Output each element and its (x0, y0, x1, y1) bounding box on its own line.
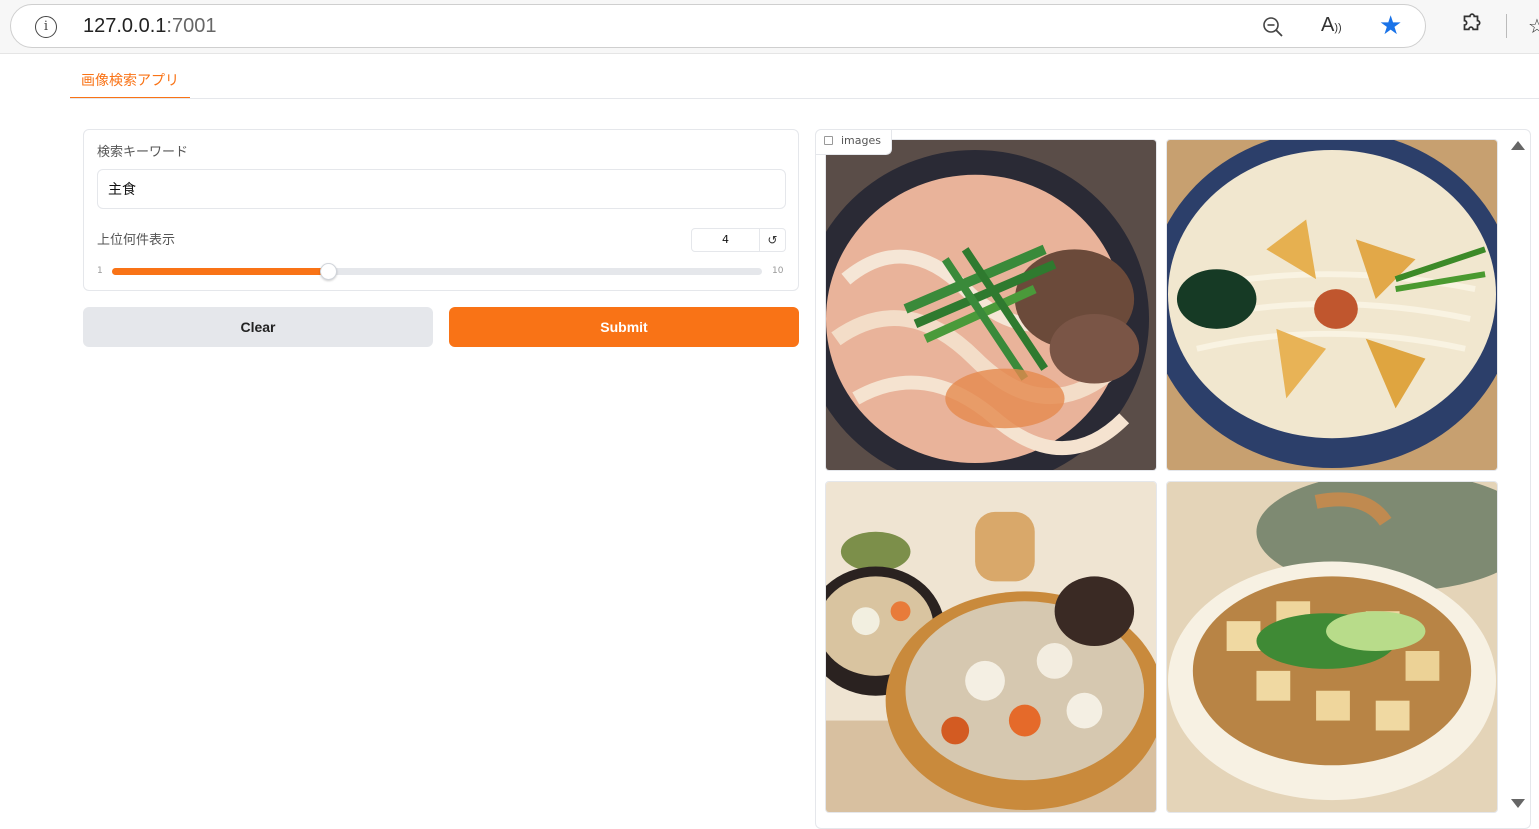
url-host: 127.0.0.1 (83, 15, 167, 37)
gallery-label: images (816, 130, 892, 155)
gallery-image-3[interactable] (825, 481, 1157, 813)
search-panel: 検索キーワード 上位何件表示 4 ↺ 1 10 (83, 129, 799, 291)
address-bar[interactable]: i 127.0.0.1:7001 A)) ★ (10, 4, 1426, 48)
udon-hotpot-image (826, 140, 1156, 470)
topk-label: 上位何件表示 (97, 233, 176, 248)
image-gallery: images (815, 129, 1531, 829)
gallery-label-text: images (841, 134, 881, 147)
keyword-input[interactable] (97, 169, 786, 209)
info-icon[interactable]: i (35, 16, 57, 38)
gallery-image-4[interactable] (1166, 481, 1498, 813)
reset-button[interactable]: ↺ (760, 228, 786, 252)
favorites-icon[interactable]: ☆ (1528, 14, 1539, 38)
tab-image-search[interactable]: 画像検索アプリ (70, 70, 190, 99)
keyword-label: 検索キーワード (97, 145, 189, 160)
url-port: :7001 (166, 15, 217, 37)
scroll-up-arrow-icon[interactable] (1511, 141, 1525, 150)
slider-min-label: 1 (97, 266, 103, 276)
scroll-down-arrow-icon[interactable] (1511, 799, 1525, 808)
image-icon (824, 136, 833, 145)
tab-divider (70, 98, 1539, 99)
clear-button[interactable]: Clear (83, 307, 433, 347)
topk-slider[interactable] (112, 263, 762, 280)
zoom-out-icon[interactable] (1261, 15, 1285, 39)
puzzle-icon[interactable] (1458, 12, 1484, 38)
tofu-dish-image (1167, 482, 1497, 812)
gallery-image-1[interactable] (825, 139, 1157, 471)
stew-pot-image (826, 482, 1156, 812)
noodle-soup-image (1167, 140, 1497, 470)
submit-button[interactable]: Submit (449, 307, 799, 347)
star-icon[interactable]: ★ (1379, 11, 1402, 41)
topk-number-input[interactable]: 4 (691, 228, 760, 252)
slider-max-label: 10 (772, 266, 784, 276)
browser-toolbar: i 127.0.0.1:7001 A)) ★ ☆ (0, 0, 1539, 54)
read-aloud-icon[interactable]: A)) (1321, 14, 1342, 37)
slider-thumb[interactable] (320, 263, 338, 280)
tab-label: 画像検索アプリ (81, 73, 179, 89)
toolbar-divider (1506, 14, 1507, 38)
gallery-image-2[interactable] (1166, 139, 1498, 471)
slider-fill (112, 268, 329, 275)
url-text[interactable]: 127.0.0.1:7001 (83, 15, 216, 38)
